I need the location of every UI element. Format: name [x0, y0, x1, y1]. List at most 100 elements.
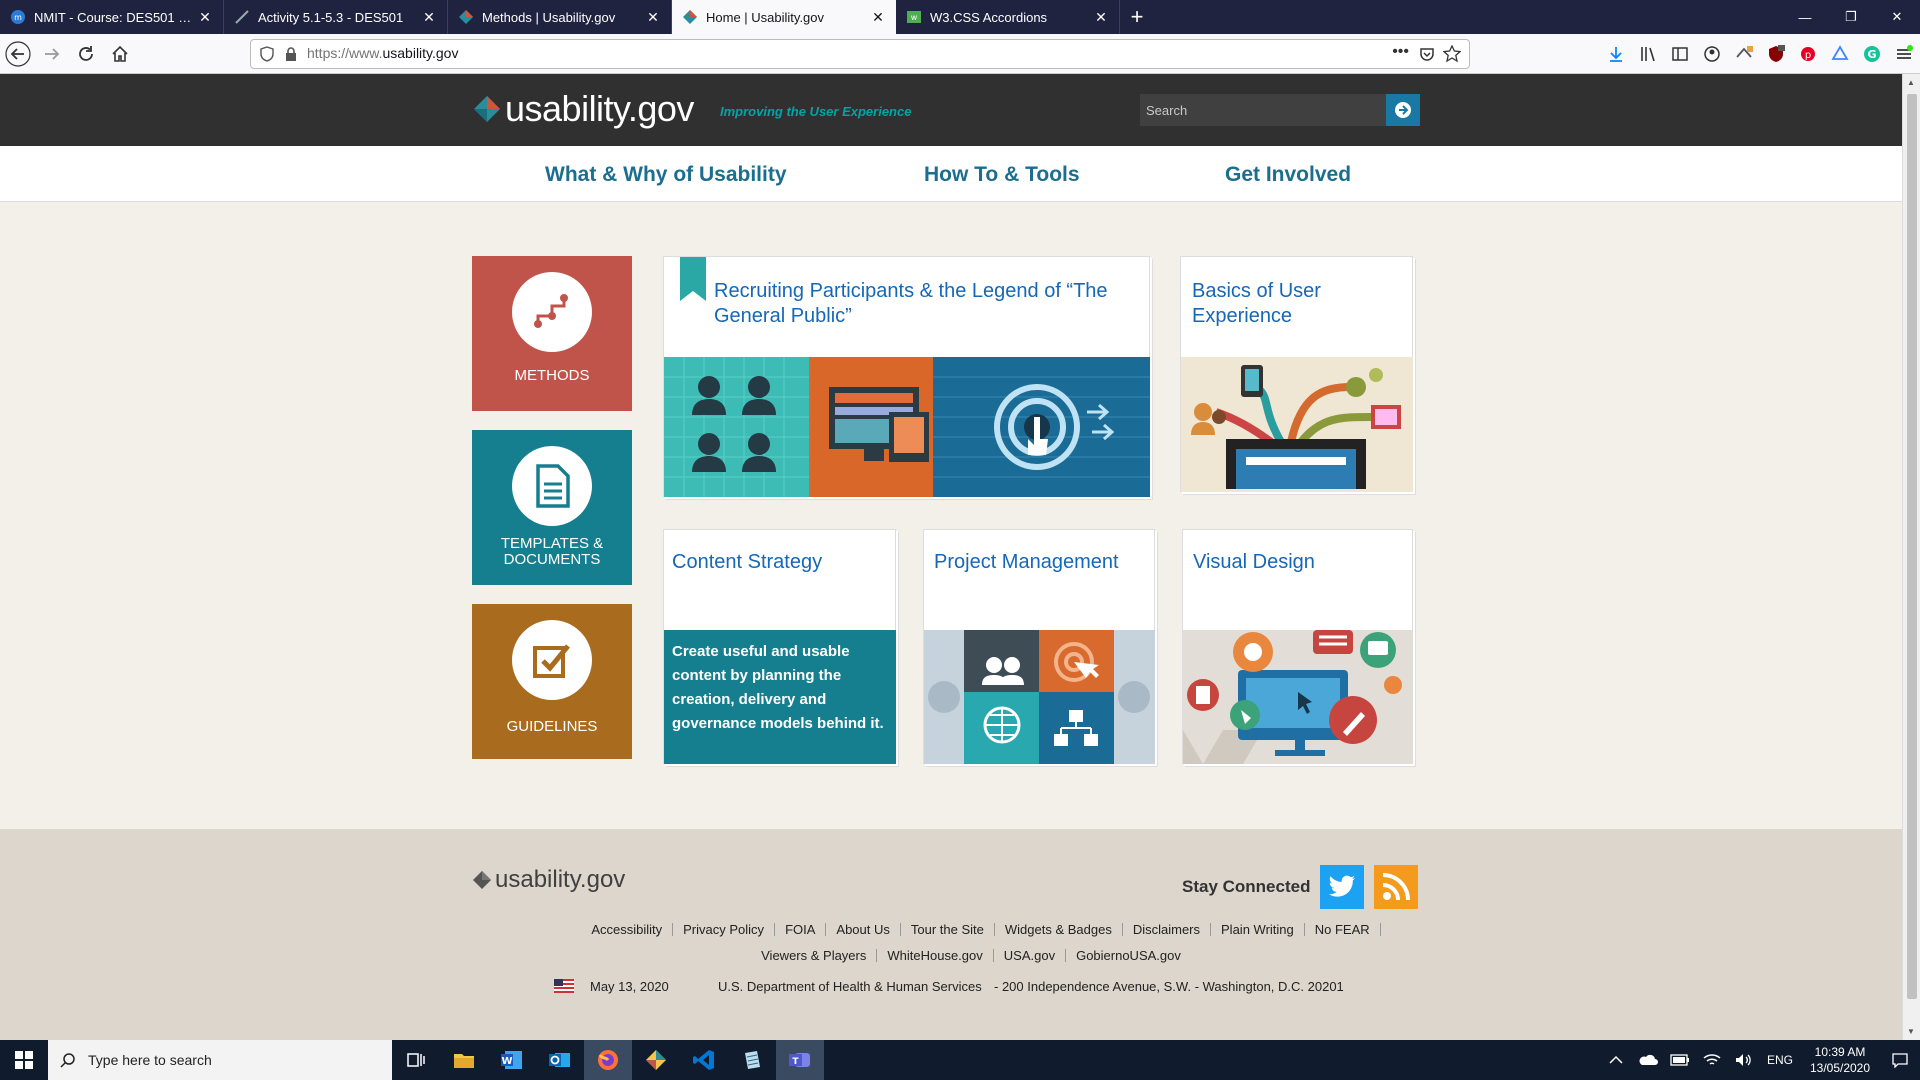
- home-button[interactable]: [104, 38, 136, 70]
- close-icon[interactable]: ✕: [645, 9, 661, 26]
- taskbar-clock[interactable]: 10:39 AM 13/05/2020: [1800, 1044, 1880, 1076]
- footer-link-foia[interactable]: FOIA: [775, 923, 827, 936]
- wifi-icon[interactable]: [1696, 1040, 1728, 1080]
- activity-icon: [235, 10, 249, 24]
- project-management-card[interactable]: Project Management: [923, 529, 1155, 764]
- tab-label: NMIT - Course: DES501 Design: [34, 9, 197, 25]
- guidelines-tile[interactable]: GUIDELINES: [472, 604, 632, 759]
- footer-link-disclaimers[interactable]: Disclaimers: [1123, 923, 1212, 936]
- search-submit-button[interactable]: [1386, 94, 1420, 126]
- menu-icon[interactable]: [1888, 38, 1920, 70]
- pinterest-icon[interactable]: p: [1792, 38, 1824, 70]
- minimize-icon[interactable]: —: [1782, 0, 1828, 34]
- bookmark-star-icon[interactable]: [1443, 45, 1461, 63]
- project-management-title: Project Management: [934, 551, 1119, 573]
- nav-get-involved[interactable]: Get Involved: [1225, 163, 1351, 187]
- tab-activity[interactable]: Activity 5.1-5.3 - DES501 ✕: [224, 0, 448, 34]
- grammarly-icon[interactable]: G: [1856, 38, 1888, 70]
- task-view-icon[interactable]: [392, 1040, 440, 1080]
- footer-logo[interactable]: usability.gov: [472, 866, 625, 894]
- notification-icon[interactable]: [1880, 1040, 1920, 1080]
- svg-text:m: m: [14, 13, 22, 22]
- footer-link-plain-writing[interactable]: Plain Writing: [1211, 923, 1305, 936]
- window-controls: — ❐ ✕: [1782, 0, 1920, 34]
- site-search: [1140, 94, 1420, 126]
- shield-icon[interactable]: [259, 46, 275, 62]
- templates-documents-tile[interactable]: TEMPLATES & DOCUMENTS: [472, 430, 632, 585]
- onedrive-icon[interactable]: [1632, 1040, 1664, 1080]
- outlook-icon[interactable]: [536, 1040, 584, 1080]
- project-management-illustration: [924, 630, 1155, 764]
- drive-icon[interactable]: [1824, 38, 1856, 70]
- vscode-icon[interactable]: [680, 1040, 728, 1080]
- close-window-icon[interactable]: ✕: [1874, 0, 1920, 34]
- pocket-icon[interactable]: [1419, 46, 1435, 62]
- nav-how-to-tools[interactable]: How To & Tools: [924, 163, 1080, 187]
- language-indicator[interactable]: ENG: [1760, 1040, 1800, 1080]
- extension-icon[interactable]: [1728, 38, 1760, 70]
- teams-icon[interactable]: T: [776, 1040, 824, 1080]
- close-icon[interactable]: ✕: [870, 9, 886, 26]
- twitter-button[interactable]: [1320, 865, 1364, 909]
- us-flag-icon: [554, 979, 574, 993]
- scroll-up-icon[interactable]: ▲: [1907, 78, 1915, 87]
- methods-icon: [512, 272, 592, 352]
- methods-tile[interactable]: METHODS: [472, 256, 632, 411]
- firefox-icon[interactable]: [584, 1040, 632, 1080]
- scrollbar-thumb[interactable]: [1907, 94, 1917, 999]
- footer-department[interactable]: U.S. Department of Health & Human Servic…: [718, 979, 982, 994]
- footer-link-gobierno[interactable]: GobiernoUSA.gov: [1066, 949, 1191, 962]
- new-tab-button[interactable]: +: [1120, 0, 1154, 34]
- site-logo[interactable]: usability.gov: [473, 88, 694, 130]
- notepad-icon[interactable]: [728, 1040, 776, 1080]
- battery-icon[interactable]: [1664, 1040, 1696, 1080]
- tab-methods[interactable]: Methods | Usability.gov ✕: [448, 0, 672, 34]
- start-button[interactable]: [0, 1040, 48, 1080]
- nav-what-why[interactable]: What & Why of Usability: [545, 163, 787, 187]
- footer-link-privacy[interactable]: Privacy Policy: [673, 923, 776, 936]
- back-button[interactable]: [2, 38, 34, 70]
- reload-button[interactable]: [70, 38, 102, 70]
- taskbar-search[interactable]: Type here to search: [48, 1040, 392, 1080]
- footer-link-usagov[interactable]: USA.gov: [994, 949, 1067, 962]
- ublock-icon[interactable]: [1760, 38, 1792, 70]
- close-icon[interactable]: ✕: [197, 9, 213, 26]
- forward-button[interactable]: [36, 38, 68, 70]
- chevron-up-icon[interactable]: [1600, 1040, 1632, 1080]
- footer-link-tour[interactable]: Tour the Site: [901, 923, 995, 936]
- featured-article-card[interactable]: Recruiting Participants & the Legend of …: [663, 256, 1150, 497]
- footer-link-whitehouse[interactable]: WhiteHouse.gov: [877, 949, 994, 962]
- visual-design-card[interactable]: Visual Design: [1182, 529, 1413, 764]
- sidebar-icon[interactable]: [1664, 38, 1696, 70]
- rss-button[interactable]: [1374, 865, 1418, 909]
- address-bar[interactable]: https://www.usability.gov •••: [250, 39, 1470, 69]
- scroll-down-icon[interactable]: ▼: [1907, 1027, 1915, 1036]
- page-scrollbar[interactable]: ▲ ▼: [1902, 74, 1920, 1040]
- footer-link-about[interactable]: About Us: [826, 923, 901, 936]
- restore-icon[interactable]: ❐: [1828, 0, 1874, 34]
- account-icon[interactable]: [1696, 38, 1728, 70]
- close-icon[interactable]: ✕: [1093, 9, 1109, 26]
- footer-link-widgets[interactable]: Widgets & Badges: [995, 923, 1123, 936]
- footer-link-accessibility[interactable]: Accessibility: [581, 923, 674, 936]
- tab-nmit-course[interactable]: m NMIT - Course: DES501 Design ✕: [0, 0, 224, 34]
- navigation-toolbar: https://www.usability.gov ••• p G: [0, 34, 1920, 74]
- sourcetree-icon[interactable]: [632, 1040, 680, 1080]
- word-icon[interactable]: W: [488, 1040, 536, 1080]
- library-icon[interactable]: [1632, 38, 1664, 70]
- footer-link-no-fear[interactable]: No FEAR: [1305, 923, 1381, 936]
- footer-link-viewers[interactable]: Viewers & Players: [751, 949, 878, 962]
- page-actions-icon[interactable]: •••: [1392, 43, 1409, 61]
- reload-icon: [79, 45, 93, 61]
- search-input[interactable]: [1140, 94, 1386, 126]
- basics-ux-card[interactable]: Basics of User Experience: [1180, 256, 1413, 492]
- lock-icon[interactable]: [283, 46, 299, 62]
- downloads-icon[interactable]: [1600, 38, 1632, 70]
- tab-home-usability[interactable]: Home | Usability.gov ✕: [672, 0, 896, 34]
- volume-icon[interactable]: [1728, 1040, 1760, 1080]
- close-icon[interactable]: ✕: [421, 9, 437, 26]
- visual-design-title: Visual Design: [1193, 551, 1315, 573]
- file-explorer-icon[interactable]: [440, 1040, 488, 1080]
- tab-w3css[interactable]: w W3.CSS Accordions ✕: [896, 0, 1120, 34]
- content-strategy-card[interactable]: Content Strategy Create useful and usabl…: [663, 529, 896, 764]
